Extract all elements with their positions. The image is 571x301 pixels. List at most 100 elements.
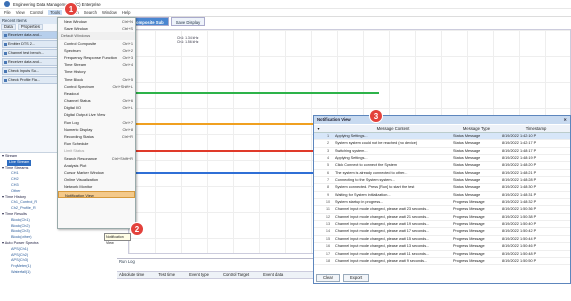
clear-button[interactable]: Clear (316, 274, 341, 282)
table-row[interactable]: 15 Channel input mode changed, please wai… (314, 236, 570, 244)
export-button[interactable]: Export (343, 274, 370, 282)
col-message-type[interactable]: Message Type (451, 125, 500, 132)
menu-item[interactable]: Digital Output Live View (58, 111, 135, 118)
table-row[interactable]: 11 Channel input mode changed, please wai… (314, 206, 570, 214)
tab-properties[interactable]: Properties (17, 24, 43, 30)
menu-item[interactable]: Save Window Ctrl+S (58, 25, 135, 32)
table-row[interactable]: 5 Click Connect to connect the System Stat… (314, 162, 570, 170)
cell-msg: Channel input mode changed, please wait … (335, 251, 430, 256)
cell-type: Status Message (453, 170, 481, 175)
menu-item[interactable]: Channel Status Ctrl+6 (58, 97, 135, 104)
table-row[interactable]: 17 Channel input mode changed, please wai… (314, 251, 570, 258)
filter-icon[interactable]: ▾ (314, 125, 323, 132)
col-control-target[interactable]: Control Target (223, 272, 249, 278)
table-row[interactable]: 3 Switching system... Status Message 8/19/2… (314, 148, 570, 156)
menu-item[interactable]: Time Block Ctrl+5 (58, 76, 135, 83)
cell-type: Status Message (453, 148, 481, 153)
tree-item-label: Block(Ch2) (11, 223, 30, 228)
menu-help[interactable]: Help (122, 10, 131, 15)
col-message-content[interactable]: Message Content (333, 125, 451, 132)
tab-save-display[interactable]: Save Display (170, 17, 206, 26)
cell-msg: Channel input mode changed, please wait … (335, 236, 430, 241)
table-row[interactable]: 9 Waiting for System initialization... Sta… (314, 192, 570, 200)
menu-search[interactable]: Search (84, 10, 97, 15)
menu-item-label: Online Visualization (64, 177, 99, 183)
cell-type: Progress Message (453, 258, 485, 263)
menu-item[interactable]: Cursor Marker Window (58, 169, 135, 176)
tab-data[interactable]: Data (1, 24, 16, 30)
receiver-item[interactable]: Receiver data and... (2, 58, 59, 66)
cell-type: Status Message (453, 141, 481, 146)
menu-control[interactable]: Control (30, 10, 44, 15)
menu-item[interactable]: Search Resonance Ctrl+Shift+R (58, 155, 135, 162)
menu-item[interactable]: Online Visualization (58, 176, 135, 183)
table-row[interactable]: 6 The system is already connected to othe… (314, 170, 570, 178)
cell-msg: System startup in progress... (335, 200, 384, 205)
title-bar: Engineering Data Management - (C) Enterp… (0, 0, 571, 9)
cell-type: Status Message (453, 185, 481, 190)
tree-item-label: CH1 (11, 171, 19, 176)
menu-item[interactable]: Control Spectrum Ctrl+Shift+L (58, 83, 135, 90)
tree-item-label: Time History (4, 194, 27, 199)
table-row[interactable]: 13 Channel input mode changed, please wai… (314, 221, 570, 229)
menu-item[interactable]: Spectrum Ctrl+2 (58, 47, 135, 54)
step-badge: 1 (64, 2, 78, 16)
tree-item-label: Stream (4, 154, 18, 158)
close-icon[interactable]: ✕ (563, 116, 567, 124)
tree-item-label: Ch2_Profile_R (11, 206, 36, 211)
table-row[interactable]: 2 System system could not be reached (no … (314, 140, 570, 148)
menu-item[interactable]: Run Schedule (58, 140, 135, 147)
table-row[interactable]: 7 Connecting to the System system... Statu… (314, 177, 570, 185)
table-row[interactable]: 8 System connected. Press [Run] to start … (314, 184, 570, 192)
menu-item[interactable]: Analysis Plot (58, 162, 135, 169)
menu-item[interactable]: Recording Status Ctrl+R (58, 133, 135, 140)
menu-view[interactable]: View (16, 10, 25, 15)
receiver-item[interactable]: Channel test bench... (2, 49, 59, 57)
menu-item[interactable]: Numeric Display Ctrl+8 (58, 126, 135, 133)
menu-item[interactable]: Notification View (58, 190, 135, 198)
tree-item-label: APS(Ch1) (11, 246, 29, 251)
cell-n: 1 (326, 134, 330, 138)
menu-item-label: New Window (64, 19, 87, 24)
menu-item-label: Analysis Plot (64, 162, 87, 168)
col-event-data[interactable]: Event data (263, 272, 283, 278)
menu-item[interactable]: Time Stream Ctrl+4 (58, 61, 135, 68)
menu-item[interactable]: New Window Ctrl+N (58, 18, 135, 25)
menu-item[interactable]: Time History (58, 68, 135, 75)
cell-ts: 8/19/2022 1:48:31 P (502, 192, 537, 197)
table-row[interactable]: 4 Applying Settings... Status Message 8/19/… (314, 155, 570, 163)
trace-legend: Ch1: 1.34 kHz Ch1: 1.56 kHz (177, 36, 199, 44)
menu-file[interactable]: File (4, 10, 11, 15)
tree-item[interactable]: Waterfall(1) (2, 270, 60, 276)
menu-bar: File View Control Tools Graph Search Win… (0, 9, 571, 17)
table-row[interactable]: 12 Channel input mode changed, please wai… (314, 214, 570, 222)
menu-item[interactable]: Readout (58, 90, 135, 97)
table-row[interactable]: 1 Applying Settings... Status Message 8/19/… (314, 133, 570, 141)
menu-item[interactable]: Run Log Ctrl+7 (58, 119, 135, 126)
tree-item-label: CH2 (11, 177, 19, 182)
menu-item[interactable]: Digital I/O Ctrl+L (58, 104, 135, 111)
receiver-item[interactable]: Check Inputs Su... (2, 67, 59, 75)
menu-item[interactable]: Network Monitor (58, 183, 135, 190)
cell-n: 17 (325, 251, 331, 256)
col-test-time[interactable]: Test time (158, 272, 175, 278)
menu-window[interactable]: Window (102, 10, 117, 15)
col-event-type[interactable]: Event type (189, 272, 209, 278)
col-timestamp[interactable]: Timestamp (500, 125, 570, 132)
cell-type: Status Message (453, 178, 481, 183)
cell-n: 3 (326, 148, 330, 153)
menu-item[interactable]: Limit Status (58, 147, 135, 154)
table-row[interactable]: 18 Channel input mode changed, please wai… (314, 258, 570, 266)
col-absolute-time[interactable]: Absolute time (119, 272, 144, 278)
cell-type: Progress Message (453, 236, 485, 241)
menu-item[interactable]: Frequency Response Function Ctrl+3 (58, 54, 135, 61)
receiver-item[interactable]: Receiver data and... (2, 31, 59, 39)
receiver-item[interactable]: Check Profile Fla... (2, 76, 59, 84)
table-row[interactable]: 14 Channel input mode changed, please wai… (314, 228, 570, 236)
table-row[interactable]: 10 System startup in progress... Progress … (314, 199, 570, 207)
menu-tools[interactable]: Tools (48, 10, 63, 15)
menu-item[interactable]: Control Composite Ctrl+1 (58, 40, 135, 47)
cell-msg: Connecting to the System system... (335, 178, 395, 183)
receiver-item[interactable]: Emitter DTS 2... (2, 40, 59, 48)
table-row[interactable]: 16 Channel input mode changed, please wai… (314, 243, 570, 251)
